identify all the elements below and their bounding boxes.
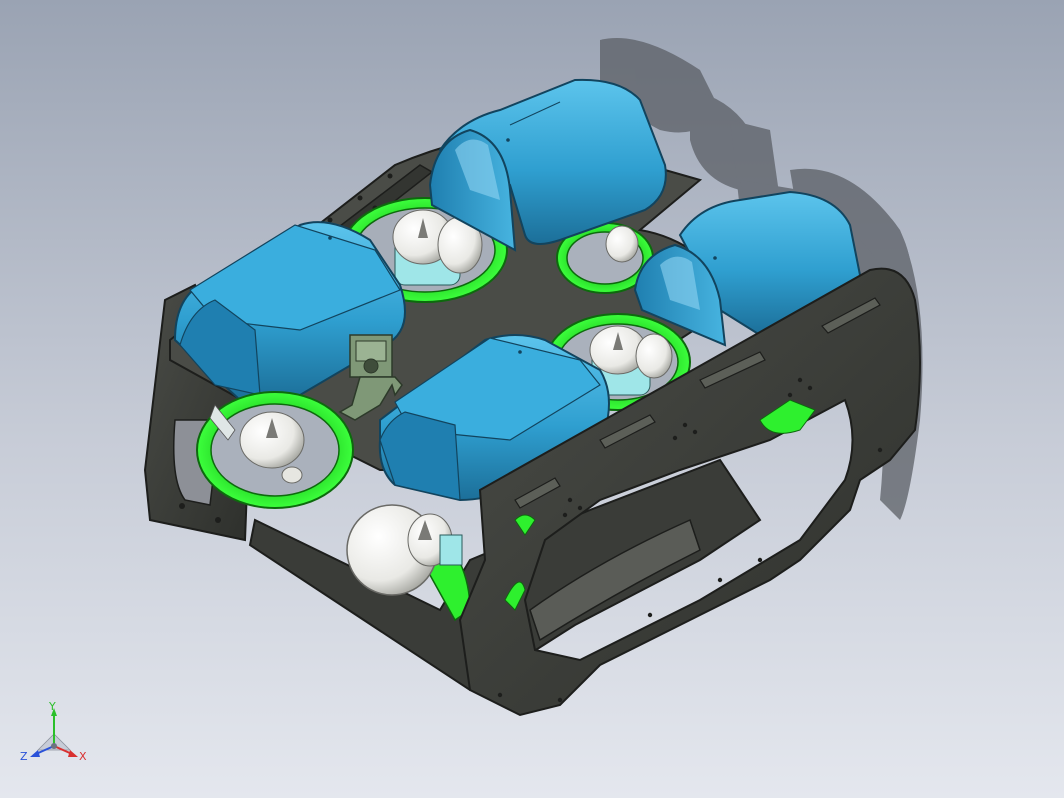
z-axis-label: Z <box>20 750 28 763</box>
coordinate-triad: Y Z X <box>20 700 87 763</box>
thruster-front-left <box>196 391 354 509</box>
x-axis-label: X <box>79 750 87 763</box>
triad-origin <box>51 743 57 749</box>
cad-viewport[interactable]: Y Z X <box>0 0 1064 798</box>
z-arrowhead-icon <box>30 750 40 757</box>
y-axis-label: Y <box>48 700 56 713</box>
x-arrowhead-icon <box>68 750 78 757</box>
rov-model-3d-view[interactable] <box>0 0 1064 798</box>
